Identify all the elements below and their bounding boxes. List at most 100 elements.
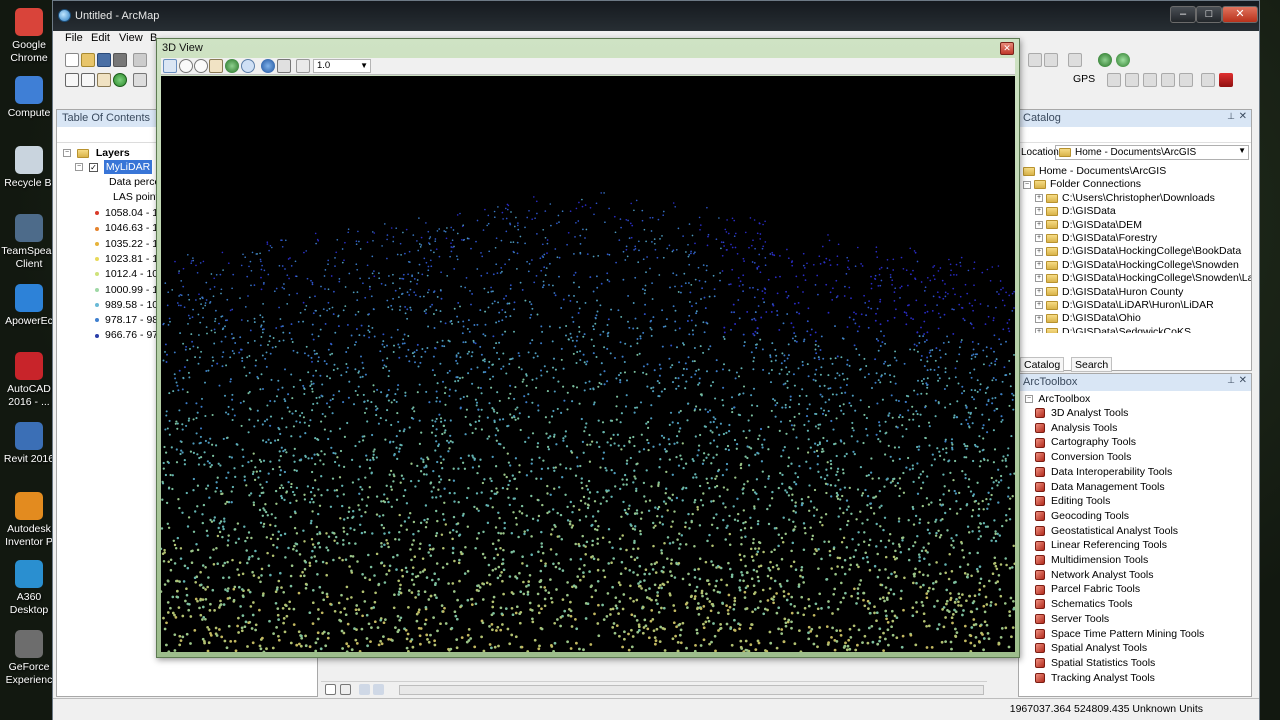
zoom-out-icon[interactable] xyxy=(194,59,208,73)
gps-connect-icon[interactable] xyxy=(1107,73,1121,87)
expand-icon[interactable]: + xyxy=(1035,287,1043,296)
collapse-icon[interactable]: − xyxy=(75,163,83,172)
class-break-row[interactable]: 1023.81 - 1 xyxy=(95,253,158,265)
flag-icon[interactable] xyxy=(1219,73,1233,87)
data-view-icon[interactable] xyxy=(325,684,336,695)
close-icon[interactable]: ✕ xyxy=(1239,111,1247,122)
toolbox-item[interactable]: Spatial Statistics Tools xyxy=(1035,657,1155,669)
catalog-item[interactable]: + D:\GISData\SedgwickCoKS xyxy=(1035,326,1191,333)
catalog-item[interactable]: + D:\GISData\Ohio xyxy=(1035,312,1141,324)
catalog-item[interactable]: Home - Documents\ArcGIS xyxy=(1023,165,1166,177)
menu-view[interactable]: View xyxy=(119,32,143,44)
desktop-icon[interactable]: A360 Desktop xyxy=(0,560,58,617)
3d-view-canvas[interactable] xyxy=(161,76,1015,652)
close-button[interactable]: ✕ xyxy=(1222,6,1258,23)
full-extent-icon[interactable] xyxy=(113,73,127,87)
expand-icon[interactable]: + xyxy=(1035,328,1043,333)
expand-icon[interactable]: + xyxy=(1035,194,1043,203)
catalog-item[interactable]: + D:\GISData\LiDAR\Huron\LiDAR xyxy=(1035,299,1214,311)
gps-log-icon[interactable] xyxy=(1161,73,1175,87)
gps-options-icon[interactable] xyxy=(1201,73,1215,87)
toolbox-item[interactable]: Server Tools xyxy=(1035,613,1109,625)
location-combobox[interactable]: Home - Documents\ArcGIS ▼ xyxy=(1055,145,1249,160)
catalog-item[interactable]: + D:\GISData\DEM xyxy=(1035,219,1142,231)
globe-icon[interactable] xyxy=(1098,53,1112,67)
collapse-icon[interactable]: − xyxy=(1025,395,1033,404)
refresh-icon[interactable] xyxy=(359,684,370,695)
desktop-icon[interactable]: GeForce Experienc xyxy=(0,630,58,687)
toolbox-item[interactable]: Conversion Tools xyxy=(1035,451,1131,463)
toolbox-item[interactable]: Spatial Analyst Tools xyxy=(1035,642,1147,654)
class-break-row[interactable]: 978.17 - 98 xyxy=(95,314,158,326)
zoom-out-icon[interactable] xyxy=(81,73,95,87)
desktop-icon[interactable]: TeamSpeak Client xyxy=(0,214,58,271)
class-break-row[interactable]: 1046.63 - 1 xyxy=(95,222,158,234)
edit-tool-icon[interactable] xyxy=(1028,53,1042,67)
close-icon[interactable]: ✕ xyxy=(1239,375,1247,386)
pause-icon[interactable] xyxy=(373,684,384,695)
pan-icon[interactable] xyxy=(209,59,223,73)
layout-view-icon[interactable] xyxy=(340,684,351,695)
gps-menu[interactable]: GPS xyxy=(1073,73,1095,85)
toolbox-item[interactable]: Schematics Tools xyxy=(1035,598,1133,610)
catalog-item[interactable]: + D:\GISData xyxy=(1035,205,1116,217)
toolbox-item[interactable]: Linear Referencing Tools xyxy=(1035,539,1167,551)
zoom-combobox[interactable]: 1.0 ▼ xyxy=(313,59,371,73)
toolbox-item[interactable]: Network Analyst Tools xyxy=(1035,569,1154,581)
class-break-row[interactable]: 989.58 - 10 xyxy=(95,299,158,311)
class-break-row[interactable]: 1035.22 - 1 xyxy=(95,238,158,250)
pan-icon[interactable] xyxy=(97,73,111,87)
menu-edit[interactable]: Edit xyxy=(91,32,110,44)
expand-icon[interactable]: + xyxy=(1035,261,1043,270)
pin-icon[interactable]: ⊥ xyxy=(1227,111,1235,122)
maximize-button[interactable]: □ xyxy=(1196,6,1222,23)
print-icon[interactable] xyxy=(113,53,127,67)
identify-icon[interactable] xyxy=(261,59,275,73)
layer-checkbox[interactable]: ✓ xyxy=(88,162,98,172)
toolbox-item[interactable]: Tracking Analyst Tools xyxy=(1035,672,1155,684)
class-break-row[interactable]: 1012.4 - 10 xyxy=(95,268,158,280)
close-icon[interactable]: ✕ xyxy=(1000,42,1014,55)
desktop-icon[interactable]: AutoCAD 2016 - ... xyxy=(0,352,58,409)
navigate-icon[interactable] xyxy=(163,59,177,73)
minimize-button[interactable]: – xyxy=(1170,6,1196,23)
toolbox-item[interactable]: Data Interoperability Tools xyxy=(1035,466,1172,478)
desktop-icon[interactable]: Recycle Bi xyxy=(0,146,58,190)
catalog-item[interactable]: + D:\GISData\HockingCollege\BookData xyxy=(1035,245,1241,257)
class-break-row[interactable]: 1000.99 - 1 xyxy=(95,284,158,296)
save-icon[interactable] xyxy=(97,53,111,67)
toolbox-item[interactable]: Editing Tools xyxy=(1035,495,1110,507)
catalog-item[interactable]: + D:\GISData\Huron County xyxy=(1035,286,1183,298)
measure-icon[interactable] xyxy=(277,59,291,73)
desktop-icon[interactable]: Google Chrome xyxy=(0,8,58,65)
desktop-icon[interactable]: Compute xyxy=(0,76,58,120)
toolbox-item[interactable]: Space Time Pattern Mining Tools xyxy=(1035,628,1204,640)
toolbox-item[interactable]: Multidimension Tools xyxy=(1035,554,1148,566)
pin-icon[interactable]: ⊥ xyxy=(1227,375,1235,386)
full-extent-icon[interactable] xyxy=(225,59,239,73)
desktop-icon[interactable]: Autodesk Inventor P xyxy=(0,492,58,549)
toolbox-item[interactable]: Cartography Tools xyxy=(1035,436,1136,448)
expand-icon[interactable]: + xyxy=(1035,247,1043,256)
refresh-icon[interactable] xyxy=(241,59,255,73)
desktop-icon[interactable]: ApowerEc xyxy=(0,284,58,328)
catalog-item[interactable]: + D:\GISData\HockingCollege\Snowden xyxy=(1035,259,1239,271)
catalog-item[interactable]: + C:\Users\Christopher\Downloads xyxy=(1035,192,1215,204)
cut-icon[interactable] xyxy=(133,53,147,67)
horizontal-scrollbar[interactable] xyxy=(399,685,984,695)
catalog-item[interactable]: − Folder Connections xyxy=(1023,178,1141,190)
identify-icon[interactable] xyxy=(1116,53,1130,67)
expand-icon[interactable]: + xyxy=(1035,207,1043,216)
tab-catalog[interactable]: Catalog xyxy=(1020,357,1065,372)
toolbox-item[interactable]: Analysis Tools xyxy=(1035,422,1117,434)
gps-position-icon[interactable] xyxy=(1125,73,1139,87)
new-document-icon[interactable] xyxy=(65,53,79,67)
graph-icon[interactable] xyxy=(1068,53,1082,67)
layer-row-mylidar[interactable]: − ✓ MyLiDAR xyxy=(75,160,153,174)
open-icon[interactable] xyxy=(81,53,95,67)
zoom-in-icon[interactable] xyxy=(65,73,79,87)
catalog-item[interactable]: + D:\GISData\Forestry xyxy=(1035,232,1157,244)
expand-icon[interactable]: + xyxy=(1035,234,1043,243)
layers-row[interactable]: − Layers xyxy=(63,147,130,159)
expand-icon[interactable]: + xyxy=(1035,220,1043,229)
